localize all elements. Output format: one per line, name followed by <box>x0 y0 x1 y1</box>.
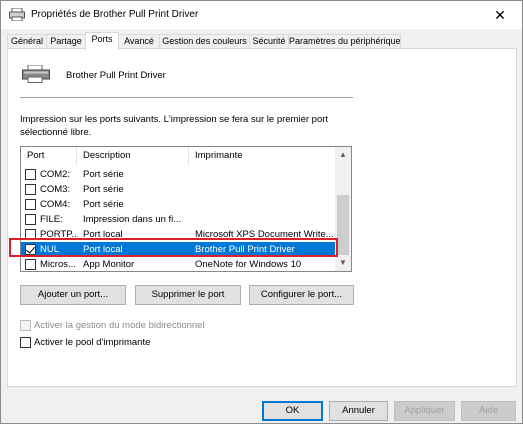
apply-button[interactable]: Appliquer <box>394 401 455 421</box>
port-description: Port série <box>83 199 124 210</box>
port-row-com4[interactable]: COM4: Port série <box>21 197 337 212</box>
tab-device-settings[interactable]: Paramètres du périphérique <box>288 34 401 49</box>
port-checkbox[interactable] <box>25 199 36 210</box>
close-button[interactable]: ✕ <box>478 1 522 29</box>
tab-sharing[interactable]: Partage <box>46 34 86 49</box>
scroll-up-icon[interactable]: ▲ <box>335 147 351 163</box>
printer-properties-window: Propriétés de Brother Pull Print Driver … <box>0 0 523 424</box>
port-name: Micros... <box>40 259 76 270</box>
column-header-description[interactable]: Description <box>77 147 189 165</box>
add-port-button[interactable]: Ajouter un port... <box>20 285 126 305</box>
selected-port-highlight <box>9 238 338 257</box>
port-name: COM2: <box>40 169 71 180</box>
tab-ports[interactable]: Ports <box>85 32 119 50</box>
printer-icon <box>22 65 50 83</box>
bidirectional-label: Activer la gestion du mode bidirectionne… <box>34 320 205 331</box>
port-checkbox[interactable] <box>25 214 36 225</box>
port-description: Port série <box>83 184 124 195</box>
window-title: Propriétés de Brother Pull Print Driver <box>31 9 199 20</box>
port-row-com3[interactable]: COM3: Port série <box>21 182 337 197</box>
scroll-down-icon[interactable]: ▼ <box>335 255 351 271</box>
tab-color-management[interactable]: Gestion des couleurs <box>159 34 250 49</box>
port-row-com2[interactable]: COM2: Port série <box>21 167 337 182</box>
printer-pool-checkbox[interactable] <box>20 337 31 348</box>
ports-description: Impression sur les ports suivants. L'imp… <box>20 114 329 138</box>
port-printer: OneNote for Windows 10 <box>195 259 302 270</box>
title-bar: Propriétés de Brother Pull Print Driver … <box>1 1 522 29</box>
port-row-file[interactable]: FILE: Impression dans un fi... <box>21 212 337 227</box>
column-header-printer[interactable]: Imprimante <box>189 147 337 165</box>
printer-icon <box>9 8 25 21</box>
close-icon: ✕ <box>494 6 506 23</box>
separator <box>20 97 353 98</box>
delete-port-button[interactable]: Supprimer le port <box>135 285 241 305</box>
bidirectional-checkbox[interactable] <box>20 320 31 331</box>
ok-button[interactable]: OK <box>262 401 323 421</box>
port-name: COM4: <box>40 199 71 210</box>
port-name: COM3: <box>40 184 71 195</box>
port-name: FILE: <box>40 214 63 225</box>
printer-pool-label: Activer le pool d'imprimante <box>34 337 151 348</box>
tab-advanced[interactable]: Avancé <box>118 34 160 49</box>
port-description: Impression dans un fi... <box>83 214 182 225</box>
help-button[interactable]: Aide <box>461 401 516 421</box>
cancel-button[interactable]: Annuler <box>329 401 388 421</box>
ports-tab-panel: Brother Pull Print Driver Impression sur… <box>7 48 517 387</box>
port-row-microsoft[interactable]: Micros... App Monitor OneNote for Window… <box>21 257 337 271</box>
tab-general[interactable]: Général <box>7 34 47 49</box>
port-description: App Monitor <box>83 259 135 270</box>
port-checkbox[interactable] <box>25 169 36 180</box>
tab-security[interactable]: Sécurité <box>249 34 289 49</box>
port-description: Port série <box>83 169 124 180</box>
configure-port-button[interactable]: Configurer le port... <box>249 285 354 305</box>
ports-list-header: Port Description Imprimante <box>21 147 337 165</box>
column-header-port[interactable]: Port <box>21 147 77 165</box>
port-checkbox[interactable] <box>25 184 36 195</box>
printer-name: Brother Pull Print Driver <box>66 70 166 81</box>
port-checkbox[interactable] <box>25 259 36 270</box>
scroll-thumb[interactable] <box>337 195 349 255</box>
